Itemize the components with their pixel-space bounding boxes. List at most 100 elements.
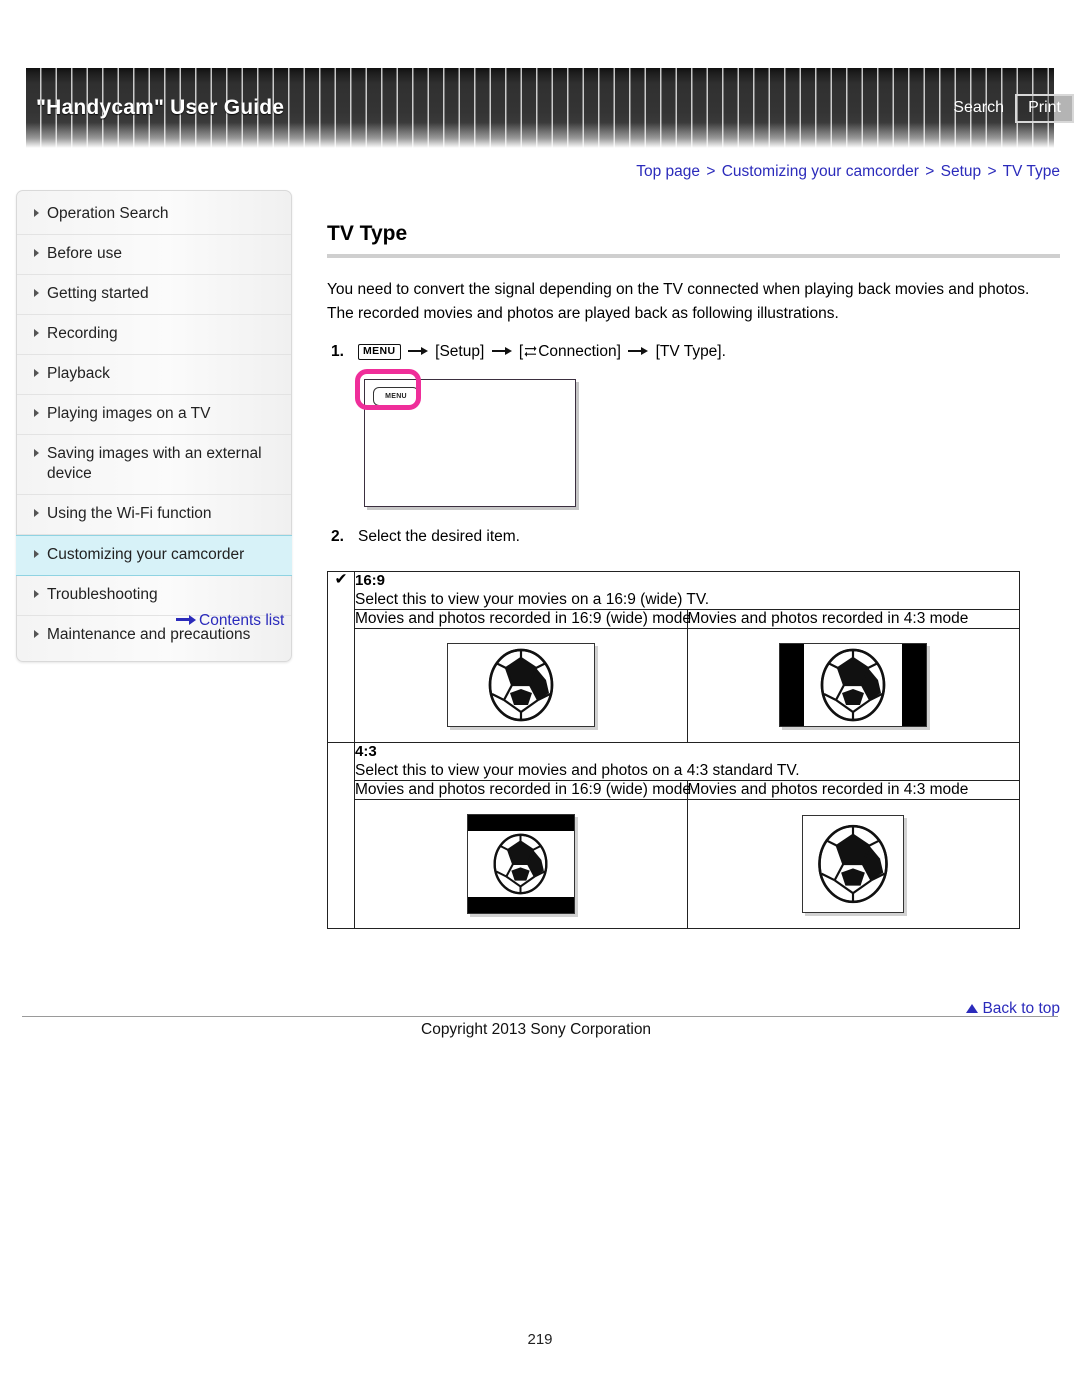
soccer-ball-illustration xyxy=(780,644,926,726)
breadcrumb-separator: > xyxy=(925,163,935,180)
bullet-arrow-icon xyxy=(34,368,39,377)
sidebar-item-label: Before use xyxy=(47,244,122,262)
bullet-arrow-icon xyxy=(34,328,39,337)
intro-paragraph: You need to convert the signal depending… xyxy=(327,281,1030,323)
sidebar-item-using-the-wi-fi-function[interactable]: Using the Wi-Fi function xyxy=(17,495,291,536)
bullet-arrow-icon xyxy=(34,509,39,518)
soccer-ball-icon xyxy=(488,648,554,722)
bullet-arrow-icon xyxy=(34,209,39,217)
bullet-arrow-icon xyxy=(34,630,39,639)
sidebar-item-operation-search[interactable]: Operation Search xyxy=(17,195,291,235)
illustration-cell-16-9-standard-source xyxy=(686,627,1020,743)
option-header-4-3: 4:3 Select this to view your movies and … xyxy=(354,741,1020,781)
title-divider xyxy=(327,254,1060,258)
breadcrumb-item-customizing-your-camcorder[interactable]: Customizing your camcorder xyxy=(722,163,919,180)
sidebar-item-saving-images-with-an-external-device[interactable]: Saving images with an external device xyxy=(17,435,291,496)
soccer-ball-illustration xyxy=(803,816,903,912)
breadcrumb-item-setup[interactable]: Setup xyxy=(941,163,982,180)
sidebar-item-customizing-your-camcorder[interactable]: Customizing your camcorder xyxy=(16,535,292,577)
step-2-text: Select the desired item. xyxy=(358,527,520,545)
sidebar-item-label: Playing images on a TV xyxy=(47,404,211,422)
sidebar-item-troubleshooting[interactable]: Troubleshooting xyxy=(17,576,291,617)
table-row xyxy=(328,627,1020,743)
sidebar-item-label: Troubleshooting xyxy=(47,586,158,604)
page-header-title: "Handycam" User Guide xyxy=(36,96,285,119)
option-description: Select this to view your movies and phot… xyxy=(355,761,800,779)
print-button[interactable]: Print xyxy=(1015,94,1074,123)
tv-type-options-table: ✔ 16:9 Select this to view your movies o… xyxy=(327,570,1020,929)
tv-illustration-wide-pillarbox xyxy=(779,643,928,728)
breadcrumb-separator: > xyxy=(987,163,997,180)
option-description: Select this to view your movies on a 16:… xyxy=(355,590,710,608)
table-row: 4:3 Select this to view your movies and … xyxy=(327,741,1020,929)
main-content: TV Type You need to convert the signal d… xyxy=(327,222,1060,929)
tv-illustration-standard-letterbox xyxy=(466,813,575,914)
arrow-right-icon xyxy=(176,614,196,625)
sidebar-item-playback[interactable]: Playback xyxy=(17,355,291,395)
sidebar-item-label: Customizing your camcorder xyxy=(47,546,245,564)
step-2-number: 2. xyxy=(331,527,344,545)
sidebar-item-label: Recording xyxy=(47,324,118,342)
triangle-up-icon xyxy=(966,1004,979,1013)
arrow-right-icon xyxy=(489,345,515,356)
table-row: Movies and photos recorded in 16:9 (wide… xyxy=(328,608,1020,629)
sidebar-item-label: Using the Wi-Fi function xyxy=(47,505,212,523)
step-1-setup-label: [Setup] xyxy=(435,343,485,361)
soccer-ball-icon xyxy=(493,833,548,894)
footer-divider xyxy=(22,1016,1058,1017)
contents-list-label: Contents list xyxy=(199,612,285,629)
option-header-16-9: 16:9 Select this to view your movies on … xyxy=(354,570,1020,610)
sidebar-item-label: Getting started xyxy=(47,284,149,302)
table-row: ✔ 16:9 Select this to view your movies o… xyxy=(327,570,1020,743)
step-1-connection-label: Connection] xyxy=(538,343,621,361)
sidebar-item-before-use[interactable]: Before use xyxy=(17,235,291,275)
selected-checkmark: ✔ xyxy=(327,570,355,743)
breadcrumb-item-top-page[interactable]: Top page xyxy=(636,163,700,180)
sidebar-nav: Operation Search Before use Getting star… xyxy=(16,190,292,663)
arrow-right-icon xyxy=(405,345,431,356)
bullet-arrow-icon xyxy=(34,550,39,559)
search-link[interactable]: Search xyxy=(953,99,1004,117)
bullet-arrow-icon xyxy=(34,248,39,257)
step-1: 1. MENU [Setup] [Connection] [TV Type]. xyxy=(327,340,1060,365)
tv-illustration-standard-fullscreen xyxy=(802,814,905,913)
step-1-tvtype-label: [TV Type]. xyxy=(655,343,726,361)
page-title: TV Type xyxy=(327,222,408,245)
bullet-arrow-icon xyxy=(34,288,39,297)
column-header-16-9-mode: Movies and photos recorded in 16:9 (wide… xyxy=(354,608,692,629)
column-header-4-3-mode: Movies and photos recorded in 4:3 mode xyxy=(686,779,1020,800)
soccer-ball-illustration xyxy=(468,815,574,913)
connection-arrows-icon xyxy=(524,344,537,357)
soccer-ball-icon xyxy=(818,824,889,903)
step-1-number: 1. xyxy=(331,343,344,361)
back-to-top-label: Back to top xyxy=(982,1000,1060,1017)
option-name: 16:9 xyxy=(355,571,386,589)
tv-illustration-wide-fullscreen xyxy=(446,643,595,728)
sidebar-item-label: Playback xyxy=(47,364,110,382)
menu-screen-illustration: MENU xyxy=(355,368,576,507)
column-header-16-9-mode: Movies and photos recorded in 16:9 (wide… xyxy=(354,779,692,800)
menu-badge-icon: MENU xyxy=(358,344,401,361)
page-number: 219 xyxy=(527,1331,553,1348)
sidebar-item-label: Operation Search xyxy=(47,205,169,222)
bullet-arrow-icon xyxy=(34,448,39,457)
sidebar-item-label: Saving images with an external device xyxy=(47,444,262,483)
sidebar-item-getting-started[interactable]: Getting started xyxy=(17,275,291,315)
bullet-arrow-icon xyxy=(34,590,39,599)
copyright-text: Copyright 2013 Sony Corporation xyxy=(421,1021,652,1038)
table-row: Movies and photos recorded in 16:9 (wide… xyxy=(328,779,1020,800)
sidebar-item-playing-images-on-a-tv[interactable]: Playing images on a TV xyxy=(17,395,291,435)
sidebar-item-recording[interactable]: Recording xyxy=(17,315,291,355)
column-header-4-3-mode: Movies and photos recorded in 4:3 mode xyxy=(686,608,1020,629)
table-row xyxy=(328,798,1020,929)
selected-checkmark xyxy=(327,741,355,929)
arrow-right-icon xyxy=(625,345,651,356)
illustration-cell-4-3-standard-source xyxy=(686,798,1020,929)
soccer-ball-illustration xyxy=(448,644,594,726)
illustration-cell-16-9-wide-source xyxy=(354,627,688,743)
menu-screen-button: MENU xyxy=(373,386,419,406)
soccer-ball-icon xyxy=(820,648,886,722)
contents-list-link[interactable]: Contents list xyxy=(176,612,284,630)
breadcrumb-item-tv-type[interactable]: TV Type xyxy=(1003,163,1060,180)
illustration-cell-4-3-wide-source xyxy=(354,798,688,929)
